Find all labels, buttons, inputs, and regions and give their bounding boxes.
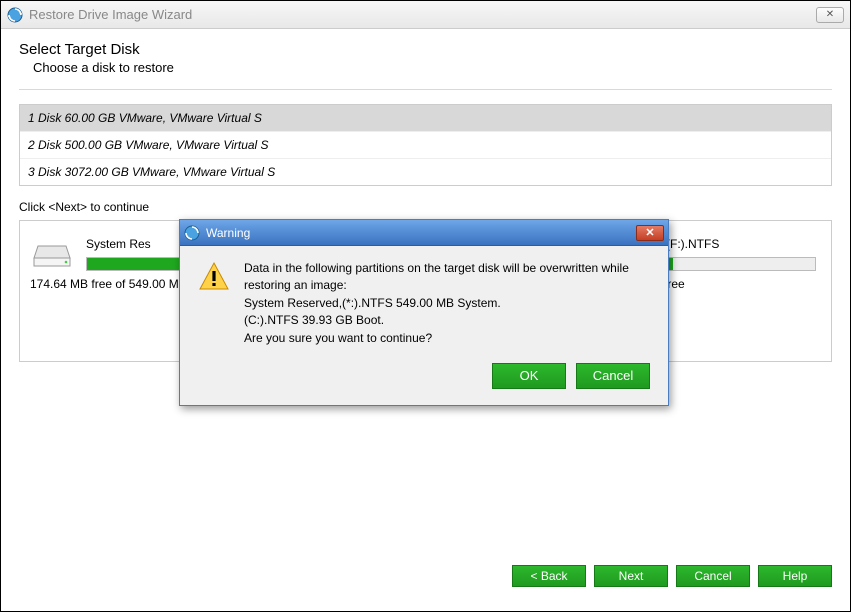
- drive-icon: [30, 238, 74, 270]
- dialog-line: Are you sure you want to continue?: [244, 330, 650, 347]
- back-button[interactable]: < Back: [512, 565, 586, 587]
- dialog-close-button[interactable]: ✕: [636, 225, 664, 241]
- warning-dialog: Warning ✕ Data in the following partitio…: [179, 219, 669, 406]
- dialog-cancel-button[interactable]: Cancel: [576, 363, 650, 389]
- dialog-titlebar: Warning ✕: [180, 220, 668, 246]
- next-button[interactable]: Next: [594, 565, 668, 587]
- app-icon: [184, 225, 200, 241]
- dialog-message: Data in the following partitions on the …: [244, 260, 650, 347]
- disk-row[interactable]: 2 Disk 500.00 GB VMware, VMware Virtual …: [20, 132, 831, 159]
- warning-icon: [198, 260, 230, 347]
- wizard-footer: < Back Next Cancel Help: [512, 565, 832, 587]
- window-close-button[interactable]: ✕: [816, 7, 844, 23]
- disk-list: 1 Disk 60.00 GB VMware, VMware Virtual S…: [19, 104, 832, 186]
- help-button[interactable]: Help: [758, 565, 832, 587]
- cancel-button[interactable]: Cancel: [676, 565, 750, 587]
- divider: [19, 89, 832, 90]
- app-icon: [7, 7, 23, 23]
- dialog-title: Warning: [206, 226, 250, 240]
- window-titlebar: Restore Drive Image Wizard ✕: [1, 1, 850, 29]
- dialog-line: (C:).NTFS 39.93 GB Boot.: [244, 312, 650, 329]
- dialog-line: Data in the following partitions on the …: [244, 260, 650, 295]
- window-title: Restore Drive Image Wizard: [29, 7, 192, 22]
- ok-button[interactable]: OK: [492, 363, 566, 389]
- usage-bar: [666, 257, 816, 271]
- partition-label: (F:).NTFS: [666, 237, 816, 251]
- continue-note: Click <Next> to continue: [19, 200, 832, 214]
- page-subheading: Choose a disk to restore: [33, 60, 832, 75]
- dialog-line: System Reserved,(*:).NTFS 549.00 MB Syst…: [244, 295, 650, 312]
- disk-row[interactable]: 1 Disk 60.00 GB VMware, VMware Virtual S: [20, 105, 831, 132]
- page-heading: Select Target Disk: [19, 41, 832, 58]
- disk-row[interactable]: 3 Disk 3072.00 GB VMware, VMware Virtual…: [20, 159, 831, 185]
